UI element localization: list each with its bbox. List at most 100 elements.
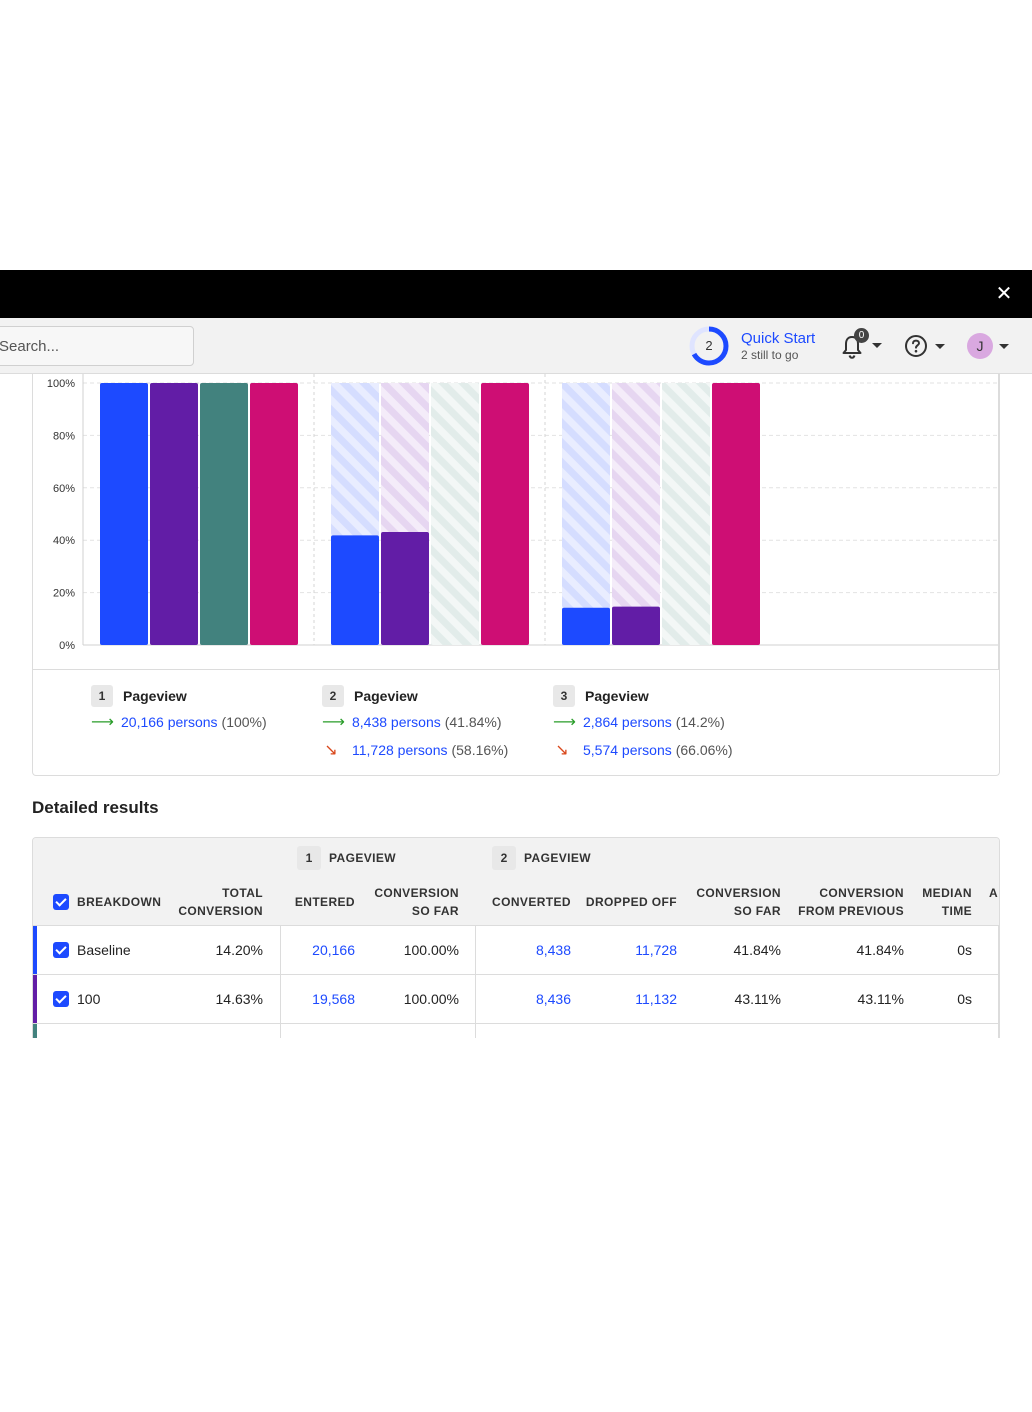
chevron-down-icon <box>935 344 945 349</box>
quick-start-title: Quick Start <box>741 329 816 347</box>
arrow-down-right-icon: ↘ <box>324 742 338 759</box>
conversion-so-far: 41.84% <box>733 942 781 958</box>
notice-bar: ✕ <box>0 270 1032 318</box>
select-all-checkbox[interactable] <box>53 894 69 910</box>
top-navigation-bar: 2 Quick Start 2 still to go 0 J <box>0 318 1032 374</box>
header-conversion-so-far-step-2[interactable]: CONVERSION SO FAR <box>683 884 781 920</box>
bar-step-1-series-4[interactable] <box>250 383 298 645</box>
bar-dropoff-background <box>612 383 660 645</box>
arrow-right-icon: ⟶ <box>553 714 576 731</box>
series-color-stripe <box>33 1024 37 1038</box>
bar-step-3-series-1[interactable] <box>562 607 610 645</box>
y-tick-label: 0% <box>59 640 75 652</box>
dropped-off-link[interactable]: 11,728 <box>573 941 677 959</box>
bar-dropoff-background <box>431 383 479 645</box>
bar-dropoff-background <box>562 383 610 645</box>
funnel-bar-chart: 0% 20% 40% 60% 80% 100% <box>33 374 999 670</box>
step-number-badge: 3 <box>553 685 575 707</box>
converted-persons-link[interactable]: 2,864 persons <box>583 714 672 730</box>
column-divider <box>998 926 999 1038</box>
funnel-chart-card: 0% 20% 40% 60% 80% 100% 1 Pageview ⟶ 20,166 p… <box>32 374 1000 776</box>
quick-start-button[interactable]: 2 Quick Start 2 still to go <box>688 325 815 367</box>
converted-persons-link[interactable]: 20,166 persons <box>121 714 218 730</box>
header-breakdown[interactable]: BREAKDOWN <box>77 893 161 911</box>
step-number-badge: 1 <box>297 846 321 870</box>
header-dropped-off[interactable]: DROPPED OFF <box>573 893 677 911</box>
converted-percent: (41.84%) <box>444 714 502 730</box>
account-menu-button[interactable]: J <box>966 332 1016 360</box>
converted-link[interactable]: 8,436 <box>473 990 571 1008</box>
help-icon <box>905 335 927 357</box>
column-group-step-2: 2 PAGEVIEW <box>492 846 591 870</box>
bar-step-1-series-1[interactable] <box>100 383 148 645</box>
column-group-label: PAGEVIEW <box>524 851 591 865</box>
header-conversion-from-previous[interactable]: CONVERSION FROM PREVIOUS <box>783 884 904 920</box>
bar-step-3-series-4[interactable] <box>712 383 760 645</box>
conversion-from-previous: 43.11% <box>857 991 904 1007</box>
header-average-time-partial[interactable]: A <box>989 884 998 902</box>
y-tick-label: 80% <box>53 430 75 442</box>
detailed-results-title: Detailed results <box>32 798 159 817</box>
row-checkbox[interactable] <box>53 942 69 958</box>
conversion-so-far: 43.11% <box>734 991 781 1007</box>
bar-step-2-series-4[interactable] <box>481 383 529 645</box>
dropped-persons-link[interactable]: 11,728 persons <box>352 742 447 758</box>
dropped-percent: (66.06%) <box>675 742 733 758</box>
detailed-results-table: 1 PAGEVIEW 2 PAGEVIEW BREAKDOWN TOTAL CON… <box>32 837 1000 1038</box>
app-viewport: ✕ 2 Quick Start 2 still to go 0 <box>0 270 1032 1038</box>
bar-step-1-series-2[interactable] <box>150 383 198 645</box>
help-button[interactable] <box>904 334 948 360</box>
step-name: Pageview <box>354 688 418 704</box>
header-total-conversion[interactable]: TOTAL CONVERSION <box>163 884 263 920</box>
converted-link[interactable]: 8,438 <box>473 941 571 959</box>
step-number-badge: 1 <box>91 685 113 707</box>
arrow-down-right-icon: ↘ <box>555 742 569 759</box>
search-input[interactable] <box>0 326 194 366</box>
header-converted[interactable]: CONVERTED <box>473 893 571 911</box>
breakdown-name: Baseline <box>77 942 131 958</box>
dropped-persons-link[interactable]: 5,574 persons <box>583 742 672 758</box>
conversion-so-far: 100.00% <box>403 942 459 958</box>
entered-link[interactable]: 19,568 <box>263 990 355 1008</box>
bar-step-3-series-2[interactable] <box>612 606 660 645</box>
step-name: Pageview <box>123 688 187 704</box>
total-conversion: 14.63% <box>215 991 263 1007</box>
avatar: J <box>967 333 993 359</box>
series-color-stripe <box>33 975 37 1023</box>
quick-start-subtitle: 2 still to go <box>741 347 799 362</box>
quick-start-progress-ring: 2 <box>688 325 730 367</box>
table-row <box>33 1024 999 1038</box>
row-checkbox[interactable] <box>53 991 69 1007</box>
header-conversion-so-far-step-1[interactable]: CONVERSION SO FAR <box>359 884 459 920</box>
step-summary-2: 2 Pageview ⟶ 8,438 persons (41.84%) ↘ 11… <box>322 684 508 764</box>
bar-dropoff-background <box>662 383 710 645</box>
total-conversion: 14.20% <box>215 942 263 958</box>
chevron-down-icon <box>999 344 1009 349</box>
conversion-so-far: 100.00% <box>403 991 459 1007</box>
median-time: 0s <box>957 991 972 1007</box>
y-tick-label: 40% <box>53 535 75 547</box>
notifications-button[interactable]: 0 <box>840 328 884 360</box>
arrow-right-icon: ⟶ <box>322 714 345 731</box>
step-number-badge: 2 <box>322 685 344 707</box>
entered-link[interactable]: 20,166 <box>263 941 355 959</box>
header-median-time[interactable]: MEDIAN TIME <box>909 884 972 920</box>
bar-step-2-series-2[interactable] <box>381 532 429 645</box>
converted-persons-link[interactable]: 8,438 persons <box>352 714 441 730</box>
y-tick-label: 20% <box>53 588 75 600</box>
step-summary-3: 3 Pageview ⟶ 2,864 persons (14.2%) ↘ 5,5… <box>553 684 733 764</box>
column-group-label: PAGEVIEW <box>329 851 396 865</box>
median-time: 0s <box>957 942 972 958</box>
table-header: 1 PAGEVIEW 2 PAGEVIEW BREAKDOWN TOTAL CON… <box>33 838 999 926</box>
close-icon[interactable]: ✕ <box>994 284 1014 304</box>
bar-step-2-series-1[interactable] <box>331 535 379 645</box>
table-row: Baseline 14.20% 20,166 100.00% 8,438 11,… <box>33 926 999 975</box>
header-entered[interactable]: ENTERED <box>263 893 355 911</box>
bar-step-1-series-3[interactable] <box>200 383 248 645</box>
funnel-steps-legend: 1 Pageview ⟶ 20,166 persons (100%) 2 Pag… <box>33 670 999 776</box>
series-color-stripe <box>33 926 37 974</box>
step-name: Pageview <box>585 688 649 704</box>
table-row: 100 14.63% 19,568 100.00% 8,436 11,132 4… <box>33 975 999 1024</box>
dropped-off-link[interactable]: 11,132 <box>573 990 677 1008</box>
breakdown-name: 100 <box>77 991 101 1007</box>
